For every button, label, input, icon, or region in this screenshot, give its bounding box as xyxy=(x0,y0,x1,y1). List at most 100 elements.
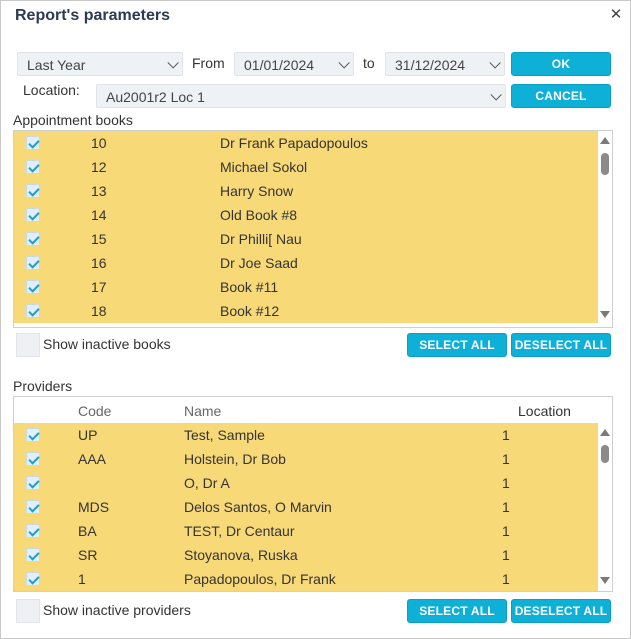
table-row[interactable]: 12 Michael Sokol xyxy=(14,155,598,179)
book-id: 18 xyxy=(91,303,107,319)
book-id: 15 xyxy=(91,231,107,247)
book-id: 16 xyxy=(91,255,107,271)
book-id: 14 xyxy=(91,207,107,223)
provider-code: 1 xyxy=(78,571,86,587)
ok-button[interactable]: OK xyxy=(511,52,611,76)
from-date-select[interactable]: 01/01/2024 xyxy=(234,52,354,76)
period-value: Last Year xyxy=(27,57,86,73)
show-inactive-books-label: Show inactive books xyxy=(43,336,171,352)
location-value: Au2001r2 Loc 1 xyxy=(106,89,205,105)
book-name: Harry Snow xyxy=(220,183,294,199)
scroll-up-icon[interactable] xyxy=(600,137,610,144)
providers-deselect-all-button[interactable]: DESELECT ALL xyxy=(511,599,611,623)
row-checkbox[interactable] xyxy=(26,548,40,562)
row-checkbox[interactable] xyxy=(26,476,40,490)
book-name: Dr Philli[ Nau xyxy=(220,231,302,247)
providers-header: Code Name Location xyxy=(14,397,612,423)
book-name: Old Book #8 xyxy=(220,207,298,223)
from-label: From xyxy=(192,55,225,71)
provider-code: SR xyxy=(78,547,98,563)
provider-code: AAA xyxy=(78,451,107,467)
row-checkbox[interactable] xyxy=(26,160,40,174)
table-row[interactable]: SR Stoyanova, Ruska 1 xyxy=(14,543,598,567)
provider-name: Stoyanova, Ruska xyxy=(184,547,298,563)
scroll-up-icon[interactable] xyxy=(600,429,610,436)
row-checkbox[interactable] xyxy=(26,256,40,270)
cancel-button[interactable]: CANCEL xyxy=(511,84,611,108)
to-label: to xyxy=(363,55,375,71)
books-scrollbar[interactable] xyxy=(598,131,612,327)
books-deselect-all-button[interactable]: DESELECT ALL xyxy=(511,333,611,357)
provider-code: UP xyxy=(78,427,98,443)
to-date-value: 31/12/2024 xyxy=(395,57,466,73)
book-name: Michael Sokol xyxy=(220,159,308,175)
provider-name: Papadopoulos, Dr Frank xyxy=(184,571,336,587)
provider-location: 1 xyxy=(502,499,510,515)
providers-scrollbar[interactable] xyxy=(598,423,612,591)
table-row[interactable]: 1 Papadopoulos, Dr Frank 1 xyxy=(14,567,598,591)
table-row[interactable]: 17 Book #11 xyxy=(14,275,598,299)
table-row[interactable]: 15 Dr Philli[ Nau xyxy=(14,227,598,251)
scroll-thumb[interactable] xyxy=(601,153,609,175)
table-row[interactable]: 13 Harry Snow xyxy=(14,179,598,203)
provider-location: 1 xyxy=(502,475,510,491)
provider-name: TEST, Dr Centaur xyxy=(184,523,295,539)
row-checkbox[interactable] xyxy=(26,304,40,318)
provider-name: Holstein, Dr Bob xyxy=(184,451,286,467)
period-select[interactable]: Last Year xyxy=(17,52,183,76)
scroll-down-icon[interactable] xyxy=(600,311,610,318)
close-icon[interactable]: ✕ xyxy=(608,7,624,23)
provider-name: Delos Santos, O Marvin xyxy=(184,499,332,515)
to-date-select[interactable]: 31/12/2024 xyxy=(385,52,505,76)
row-checkbox[interactable] xyxy=(26,184,40,198)
row-checkbox[interactable] xyxy=(26,524,40,538)
table-row[interactable]: 16 Dr Joe Saad xyxy=(14,251,598,275)
book-name: Book #11 xyxy=(220,279,279,295)
show-inactive-providers-checkbox[interactable] xyxy=(16,599,40,623)
row-checkbox[interactable] xyxy=(26,500,40,514)
row-checkbox[interactable] xyxy=(26,572,40,586)
location-select[interactable]: Au2001r2 Loc 1 xyxy=(96,84,506,108)
table-row[interactable]: 18 Book #12 xyxy=(14,299,598,323)
row-checkbox[interactable] xyxy=(26,208,40,222)
table-row[interactable]: MDS Delos Santos, O Marvin 1 xyxy=(14,495,598,519)
provider-location: 1 xyxy=(502,571,510,587)
table-row[interactable]: 14 Old Book #8 xyxy=(14,203,598,227)
row-checkbox[interactable] xyxy=(26,136,40,150)
book-id: 13 xyxy=(91,183,107,199)
book-id: 12 xyxy=(91,159,107,175)
location-column-header[interactable]: Location xyxy=(518,403,571,419)
scroll-thumb[interactable] xyxy=(601,445,609,463)
code-column-header[interactable]: Code xyxy=(78,403,111,419)
table-row[interactable]: BA TEST, Dr Centaur 1 xyxy=(14,519,598,543)
book-id: 10 xyxy=(91,135,107,151)
provider-name: Test, Sample xyxy=(184,427,265,443)
provider-name: O, Dr A xyxy=(184,475,230,491)
location-label: Location: xyxy=(23,82,80,98)
chevron-down-icon xyxy=(490,89,502,101)
table-row[interactable]: UP Test, Sample 1 xyxy=(14,423,598,447)
table-row[interactable]: O, Dr A 1 xyxy=(14,471,598,495)
row-checkbox[interactable] xyxy=(26,232,40,246)
report-parameters-dialog: Report's parameters ✕ Last Year From 01/… xyxy=(0,0,631,639)
table-row[interactable]: AAA Holstein, Dr Bob 1 xyxy=(14,447,598,471)
chevron-down-icon xyxy=(338,57,350,69)
provider-location: 1 xyxy=(502,523,510,539)
row-checkbox[interactable] xyxy=(26,452,40,466)
providers-list: Code Name Location UP Test, Sample 1 AAA Hol… xyxy=(13,396,613,592)
provider-code: BA xyxy=(78,523,97,539)
row-checkbox[interactable] xyxy=(26,280,40,294)
provider-location: 1 xyxy=(502,427,510,443)
provider-location: 1 xyxy=(502,547,510,563)
providers-select-all-button[interactable]: SELECT ALL xyxy=(407,599,507,623)
books-select-all-button[interactable]: SELECT ALL xyxy=(407,333,507,357)
dialog-title: Report's parameters xyxy=(15,7,170,24)
table-row[interactable]: 10 Dr Frank Papadopoulos xyxy=(14,131,598,155)
show-inactive-providers-label: Show inactive providers xyxy=(43,602,191,618)
name-column-header[interactable]: Name xyxy=(184,403,221,419)
book-id: 17 xyxy=(91,279,107,295)
scroll-down-icon[interactable] xyxy=(600,577,610,584)
show-inactive-books-checkbox[interactable] xyxy=(16,333,40,357)
book-name: Dr Frank Papadopoulos xyxy=(220,135,368,151)
row-checkbox[interactable] xyxy=(26,428,40,442)
